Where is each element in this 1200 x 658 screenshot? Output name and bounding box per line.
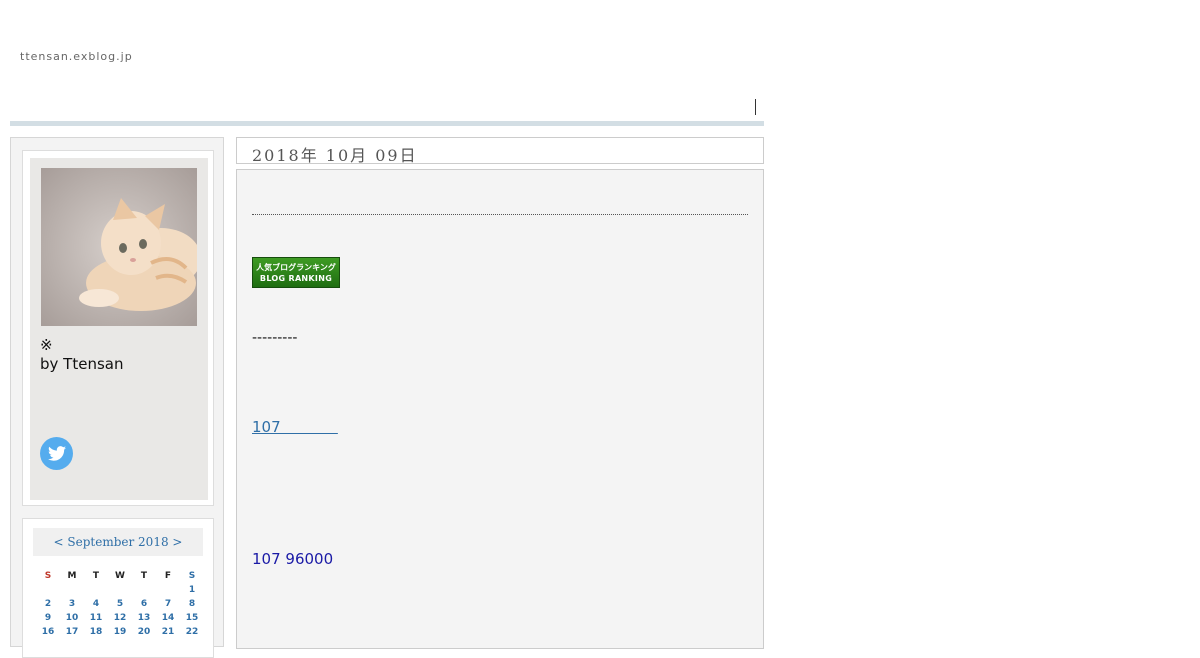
calendar-day[interactable]: 21 <box>156 625 180 639</box>
calendar-day[interactable]: 10 <box>60 611 84 625</box>
calendar-day[interactable]: 12 <box>108 611 132 625</box>
post-separator-text: --------- <box>252 330 298 346</box>
weekday-label: F <box>164 571 172 581</box>
profile-mark: ※ <box>40 336 53 354</box>
post-divider <box>252 214 748 215</box>
twitter-button[interactable] <box>40 437 73 470</box>
profile-author: by Ttensan <box>40 355 124 373</box>
calendar-day[interactable]: 3 <box>60 597 84 611</box>
blog-header: ttensan.exblog.jp <box>10 0 764 128</box>
post-price-text: 107 96000 <box>252 550 334 568</box>
twitter-bird-icon <box>47 446 66 461</box>
calendar-day[interactable]: 14 <box>156 611 180 625</box>
sidebar: ※ by Ttensan < September 2018 > S M T W <box>10 137 224 658</box>
profile-inner: ※ by Ttensan <box>30 158 208 500</box>
calendar-day[interactable]: 17 <box>60 625 84 639</box>
calendar-day <box>132 583 156 597</box>
calendar-day[interactable]: 5 <box>108 597 132 611</box>
weekday-label: S <box>188 571 196 581</box>
calendar-day[interactable]: 22 <box>180 625 204 639</box>
calendar-day[interactable]: 4 <box>84 597 108 611</box>
calendar-day <box>36 583 60 597</box>
calendar-nav: < September 2018 > <box>33 528 203 556</box>
post-link[interactable]: 107 <box>252 418 338 436</box>
post-body: 人気ブログランキング BLOG RANKING --------- 107 10… <box>236 169 764 649</box>
weekday-label: S <box>44 571 52 581</box>
post-date: 2018年 10月 09日 <box>252 146 418 165</box>
calendar-day[interactable]: 20 <box>132 625 156 639</box>
kitten-photo[interactable] <box>41 168 197 326</box>
blog-ranking-banner[interactable]: 人気ブログランキング BLOG RANKING <box>252 257 340 288</box>
calendar-day[interactable]: 6 <box>132 597 156 611</box>
calendar-next-link[interactable]: > <box>172 535 182 549</box>
calendar-day[interactable]: 2 <box>36 597 60 611</box>
ranking-banner-line2: BLOG RANKING <box>259 273 333 283</box>
calendar-day <box>156 583 180 597</box>
weekday-label: W <box>115 571 125 581</box>
calendar-day <box>84 583 108 597</box>
calendar-day[interactable]: 8 <box>180 597 204 611</box>
calendar-prev-link[interactable]: < <box>54 535 64 549</box>
weekday-label: T <box>140 571 148 581</box>
calendar-widget: < September 2018 > S M T W T F S 1 2 3 4… <box>22 518 214 658</box>
calendar-day[interactable]: 11 <box>84 611 108 625</box>
post-date-box: 2018年 10月 09日 <box>236 137 764 165</box>
text-cursor <box>755 99 756 115</box>
calendar-day[interactable]: 9 <box>36 611 60 625</box>
calendar-month-label[interactable]: September 2018 <box>67 535 168 549</box>
weekday-label: M <box>67 571 77 581</box>
calendar-grid: S M T W T F S 1 2 3 4 5 6 7 8 9 10 11 12… <box>36 569 204 639</box>
site-url[interactable]: ttensan.exblog.jp <box>20 50 133 63</box>
calendar-day[interactable]: 19 <box>108 625 132 639</box>
calendar-day[interactable]: 16 <box>36 625 60 639</box>
calendar-day[interactable]: 15 <box>180 611 204 625</box>
profile-box: ※ by Ttensan <box>22 150 214 506</box>
calendar-day <box>60 583 84 597</box>
calendar-day[interactable]: 1 <box>180 583 204 597</box>
header-divider <box>10 121 764 126</box>
calendar-day[interactable]: 7 <box>156 597 180 611</box>
ranking-banner-line1: 人気ブログランキング <box>256 262 336 272</box>
calendar-day[interactable]: 18 <box>84 625 108 639</box>
weekday-label: T <box>92 571 100 581</box>
calendar-day[interactable]: 13 <box>132 611 156 625</box>
calendar-day <box>108 583 132 597</box>
